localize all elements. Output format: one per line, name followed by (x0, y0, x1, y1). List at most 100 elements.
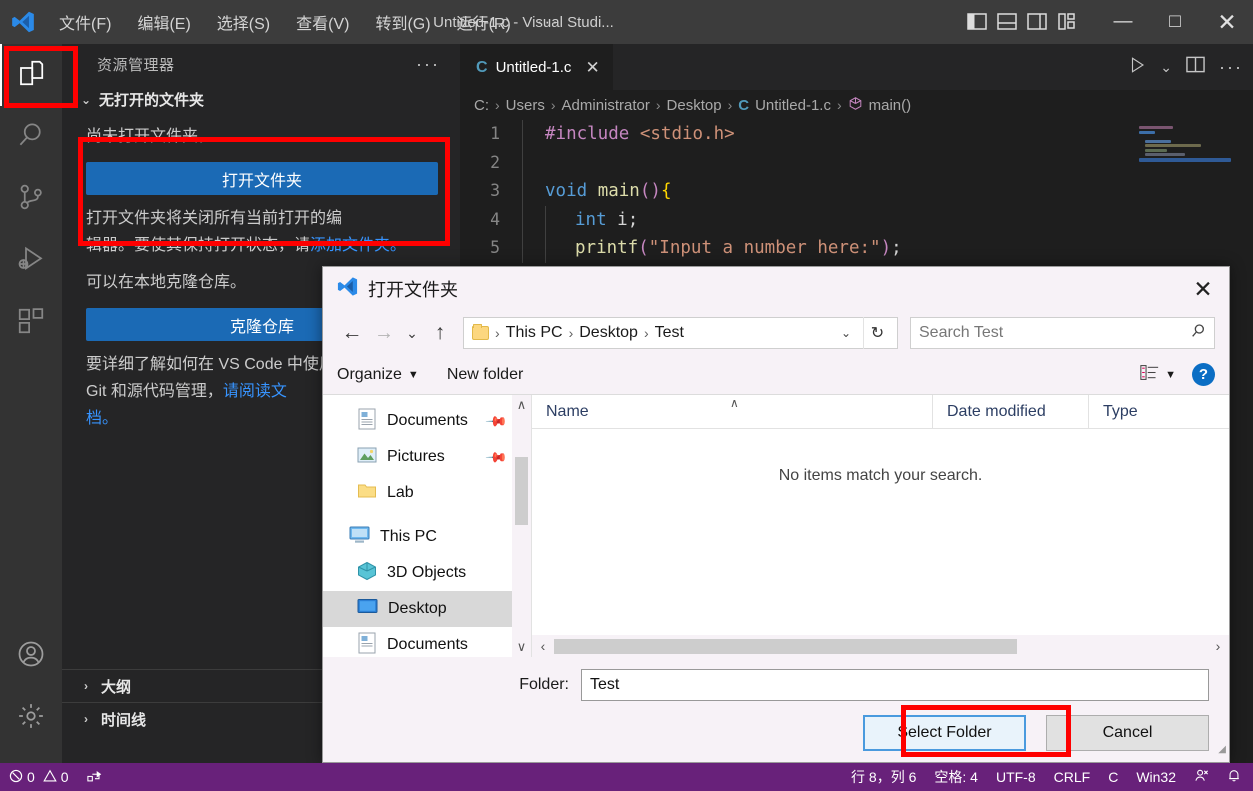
add-folder-link[interactable]: 添加文件夹。 (310, 237, 406, 254)
window-controls[interactable]: — □ ✕ (1097, 0, 1253, 44)
back-button[interactable]: ← (337, 317, 367, 349)
status-feedback[interactable] (1185, 768, 1218, 786)
scroll-up-icon[interactable]: ∧ (512, 395, 531, 415)
crumb-this-pc[interactable]: This PC (506, 324, 563, 342)
close-icon[interactable]: ✕ (585, 58, 599, 78)
docs-link[interactable]: 请阅读文 (223, 383, 287, 400)
outline-label: 大纲 (101, 678, 132, 696)
scroll-right-icon[interactable]: › (1207, 638, 1229, 654)
breadcrumb-users[interactable]: Users (506, 97, 545, 114)
sidebar-item-extensions[interactable] (0, 292, 62, 354)
scroll-left-icon[interactable]: ‹ (532, 638, 554, 654)
status-cursor-position[interactable]: 行 8，列 6 (842, 767, 925, 787)
editor-tab-untitled-1-c[interactable]: C Untitled-1.c ✕ (460, 44, 613, 90)
feedback-icon (1194, 768, 1209, 786)
menu-go[interactable]: 转到(G) (362, 7, 443, 37)
crumb-desktop[interactable]: Desktop (579, 324, 638, 342)
editor-actions[interactable]: ⌄ ··· (1128, 44, 1243, 90)
nav-item-pictures[interactable]: Pictures 📌 (323, 439, 531, 475)
nav-item-documents[interactable]: Documents 📌 (323, 403, 531, 439)
breadcrumb-file[interactable]: Untitled-1.c (755, 97, 831, 114)
menu-bar[interactable]: 文件(F) 编辑(E) 选择(S) 查看(V) 转到(G) 运行(R) ··· (46, 7, 573, 37)
documents-icon (357, 632, 377, 658)
breadcrumb-symbol[interactable]: main() (869, 97, 912, 114)
recent-locations-button[interactable]: ⌄ (401, 317, 423, 349)
nav-item-this-pc[interactable]: This PC (323, 519, 531, 555)
chevron-down-icon[interactable]: ⌄ (1160, 59, 1172, 76)
layout-controls[interactable] (967, 0, 1077, 44)
menu-file[interactable]: 文件(F) (46, 7, 124, 37)
menu-run[interactable]: 运行(R) (444, 7, 524, 37)
status-notifications[interactable] (1218, 768, 1253, 786)
customize-layout-icon[interactable] (1057, 13, 1077, 31)
file-list-horizontal-scrollbar[interactable]: ‹ › (532, 635, 1229, 657)
dialog-close-button[interactable]: ✕ (1177, 267, 1229, 311)
minimize-button[interactable]: — (1097, 0, 1149, 44)
menu-edit[interactable]: 编辑(E) (124, 7, 203, 37)
up-button[interactable]: ↑ (425, 317, 455, 349)
status-ports[interactable] (78, 769, 112, 786)
status-problems[interactable]: 0 0 (0, 769, 78, 786)
scrollbar-thumb[interactable] (515, 457, 528, 525)
breadcrumb-drive[interactable]: C: (474, 97, 489, 114)
menu-overflow-button[interactable]: ··· (524, 9, 573, 35)
sidebar-item-source-control[interactable] (0, 168, 62, 230)
status-eol[interactable]: CRLF (1045, 769, 1100, 785)
accounts-button[interactable] (0, 625, 62, 687)
folder-name-input[interactable]: Test (581, 669, 1209, 701)
code-editor[interactable]: 1 #include <stdio.h> 2 3 void main(){ 4 … (460, 120, 1253, 263)
sidebar-item-run-debug[interactable] (0, 230, 62, 292)
column-header-date-modified[interactable]: Date modified (932, 394, 1088, 429)
menu-selection[interactable]: 选择(S) (204, 7, 283, 37)
status-encoding[interactable]: UTF-8 (987, 769, 1045, 785)
chevron-down-icon[interactable]: ⌄ (834, 326, 858, 340)
status-indentation[interactable]: 空格: 4 (925, 767, 987, 787)
select-folder-button[interactable]: Select Folder (863, 715, 1026, 751)
sidebar-item-search[interactable] (0, 106, 62, 168)
nav-item-3d-objects[interactable]: 3D Objects (323, 555, 531, 591)
nav-item-lab[interactable]: Lab (323, 475, 531, 511)
split-editor-icon[interactable] (1186, 56, 1205, 78)
more-actions-icon[interactable]: ··· (1219, 57, 1243, 78)
scroll-down-icon[interactable]: ∨ (512, 637, 531, 657)
status-language-mode[interactable]: C (1099, 769, 1127, 785)
organize-button[interactable]: Organize ▼ (337, 366, 419, 384)
column-header-name[interactable]: Name ∧ (532, 395, 932, 429)
run-code-icon[interactable] (1128, 56, 1146, 79)
error-icon (9, 769, 23, 786)
open-folder-button[interactable]: 打开文件夹 (86, 162, 438, 195)
nav-item-desktop[interactable]: Desktop (323, 591, 531, 627)
toggle-secondary-sidebar-icon[interactable] (1027, 13, 1047, 31)
breadcrumb-desktop[interactable]: Desktop (667, 97, 722, 114)
maximize-button[interactable]: □ (1149, 0, 1201, 44)
view-options-button[interactable]: ▼ (1140, 364, 1176, 386)
warning-icon (43, 769, 57, 786)
new-folder-button[interactable]: New folder (447, 366, 523, 384)
address-bar[interactable]: › This PC › Desktop › Test ⌄ ↻ (463, 317, 898, 349)
scrollbar-thumb[interactable] (554, 638, 1017, 654)
sidebar-item-explorer[interactable] (0, 44, 62, 106)
forward-button[interactable]: → (369, 317, 399, 349)
help-button[interactable]: ? (1192, 363, 1215, 386)
close-button[interactable]: ✕ (1201, 0, 1253, 44)
refresh-icon[interactable]: ↻ (863, 317, 891, 349)
minimap[interactable] (1139, 120, 1231, 270)
status-platform[interactable]: Win32 (1127, 769, 1185, 785)
breadcrumb-administrator[interactable]: Administrator (562, 97, 650, 114)
nav-item-documents-2[interactable]: Documents (323, 627, 531, 657)
crumb-test[interactable]: Test (655, 324, 684, 342)
search-input[interactable]: Search Test (910, 317, 1215, 349)
no-folder-section-header[interactable]: ⌄ 无打开的文件夹 (62, 84, 460, 115)
file-list-pane[interactable]: Name ∧ Date modified Type No items match… (531, 394, 1229, 657)
column-label: Date modified (947, 402, 1046, 420)
manage-settings-button[interactable] (0, 687, 62, 749)
breadcrumb[interactable]: C: › Users › Administrator › Desktop › C… (460, 90, 1253, 120)
column-header-type[interactable]: Type (1088, 394, 1138, 429)
nav-pane-scrollbar[interactable]: ∧ ∨ (512, 395, 531, 657)
resize-grip-icon[interactable]: ◢ (1218, 744, 1226, 755)
menu-view[interactable]: 查看(V) (283, 7, 362, 37)
sidebar-more-actions-button[interactable]: ··· (416, 54, 440, 75)
toggle-primary-sidebar-icon[interactable] (967, 13, 987, 31)
cancel-button[interactable]: Cancel (1046, 715, 1209, 751)
toggle-panel-icon[interactable] (997, 13, 1017, 31)
